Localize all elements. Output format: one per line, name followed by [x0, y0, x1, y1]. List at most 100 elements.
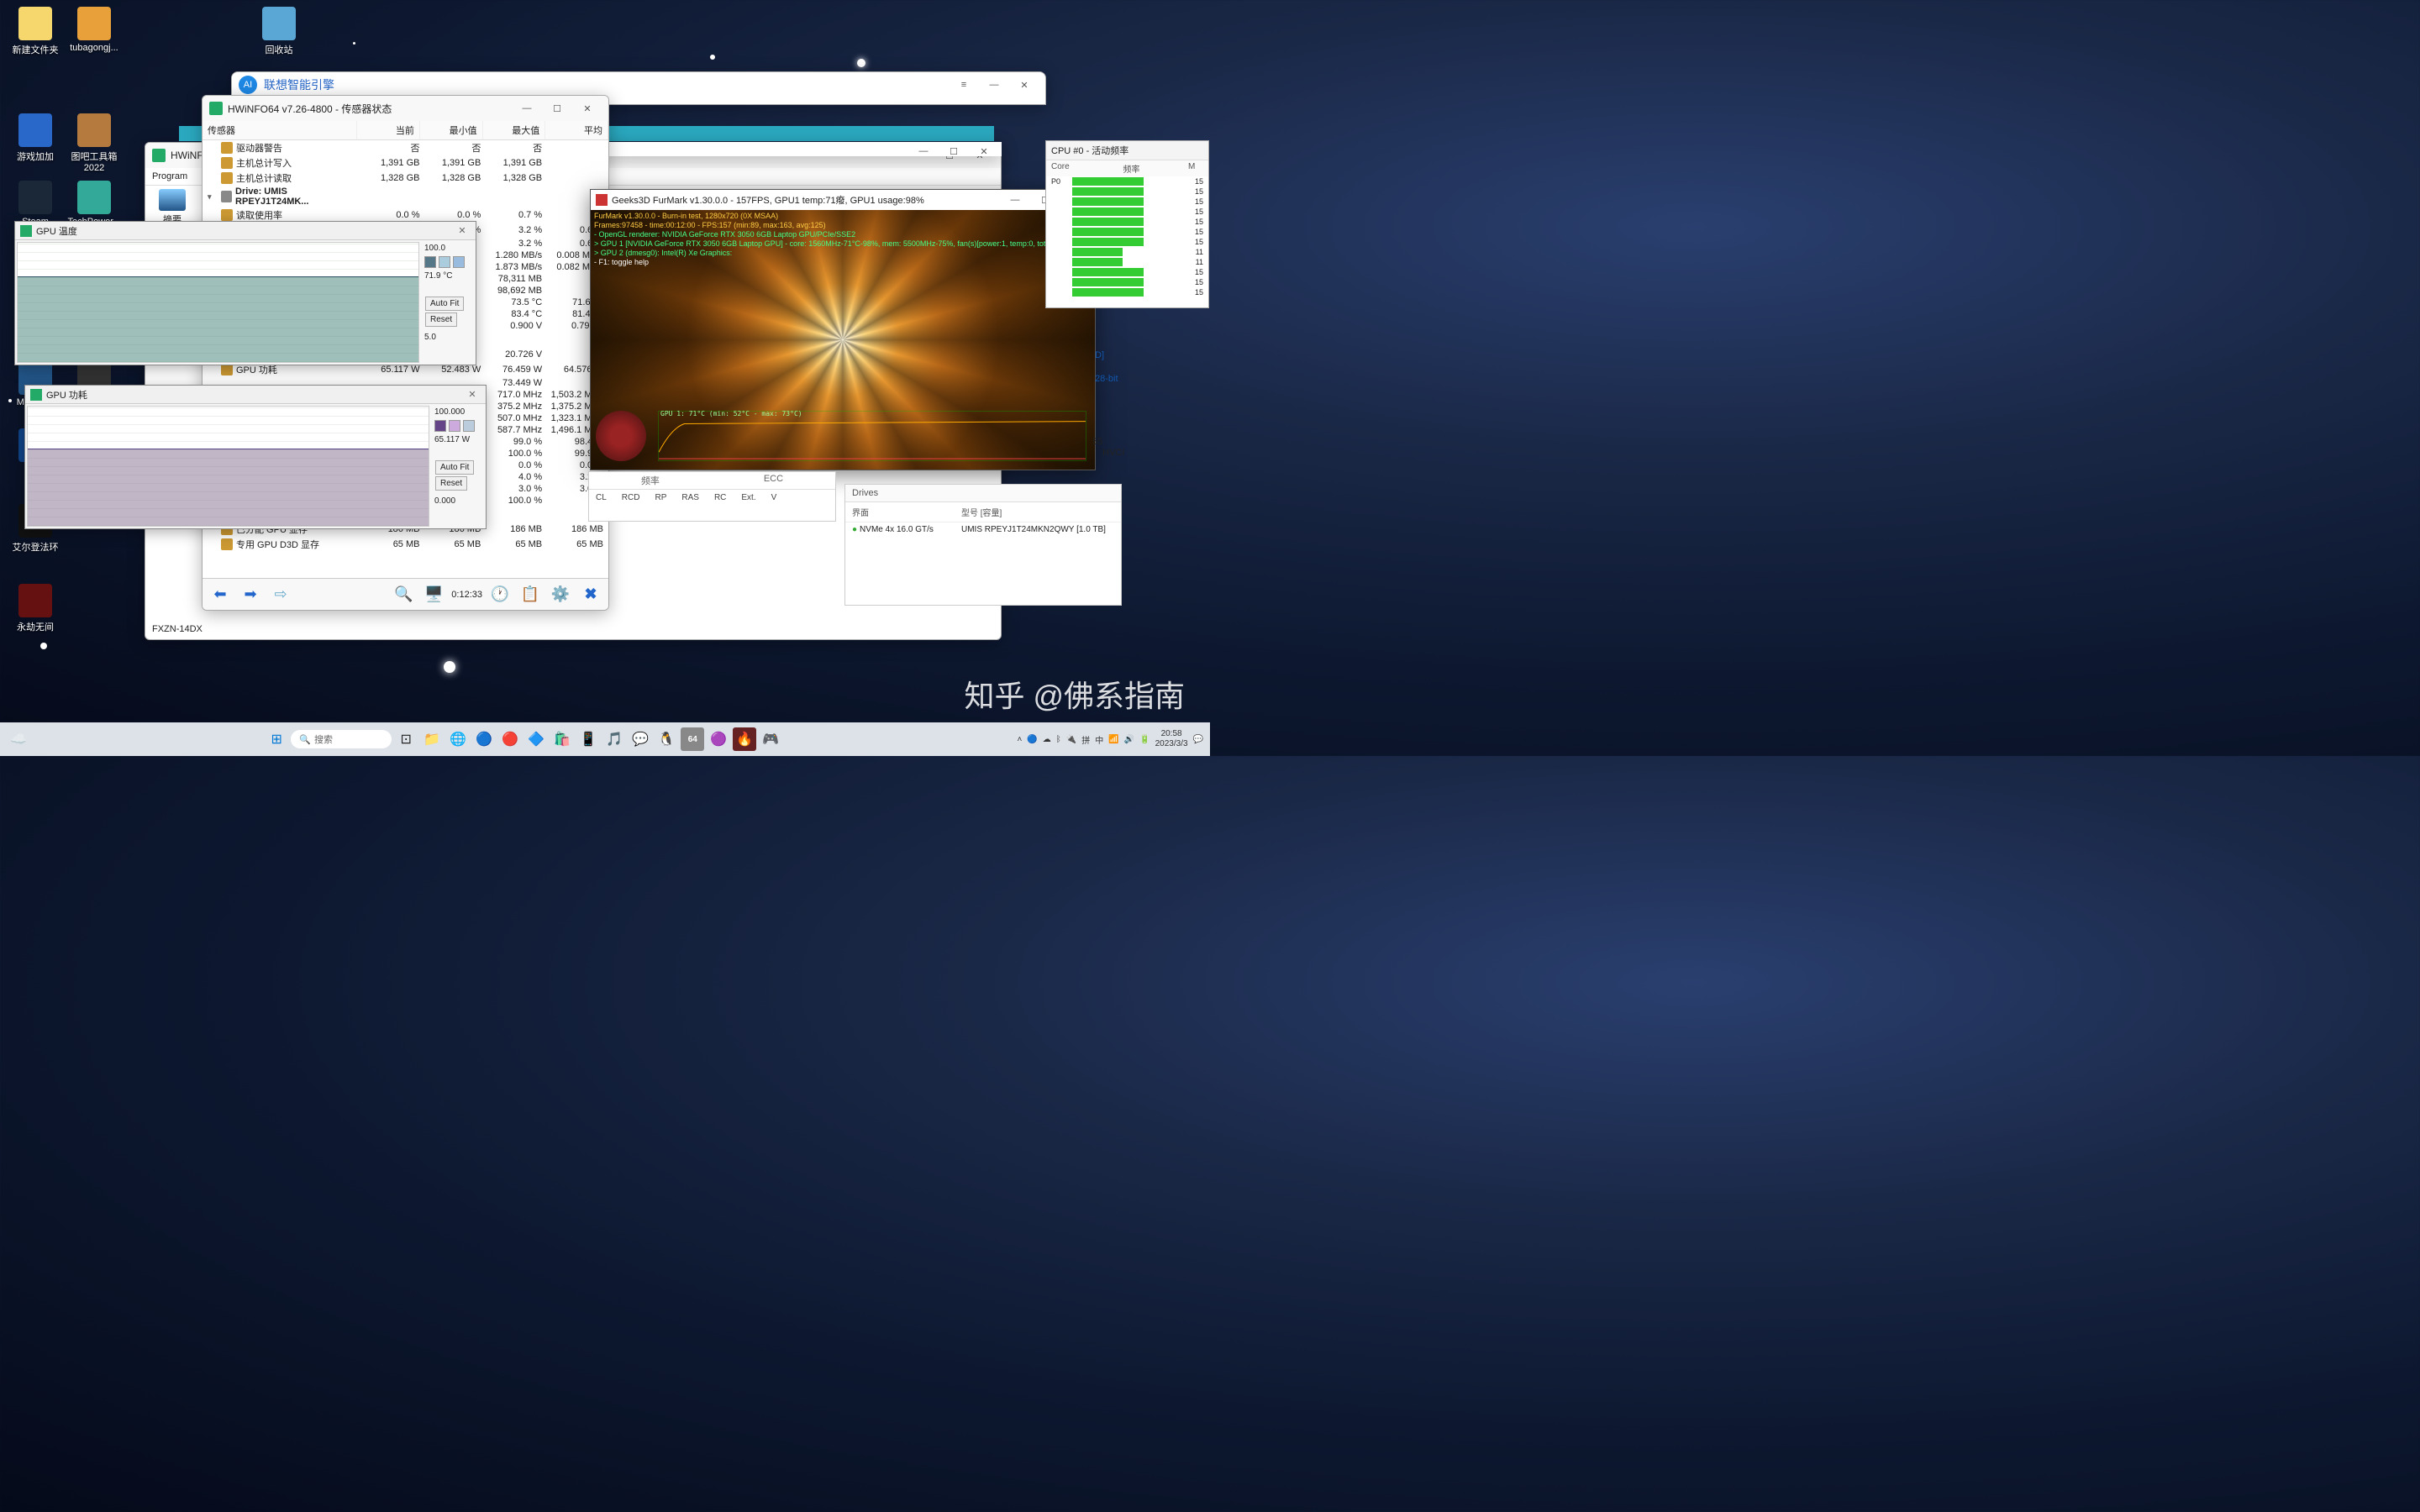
lenovo-close-icon[interactable]: ✕ — [1010, 74, 1039, 96]
tray-battery-icon[interactable]: 🔋 — [1139, 735, 1150, 744]
gear-icon[interactable]: ⚙️ — [548, 582, 573, 607]
tray-bt-icon[interactable]: ᛒ — [1056, 735, 1061, 744]
desktop-icon[interactable]: 游戏加加 — [8, 113, 62, 163]
table-row[interactable]: ▾Drive: UMIS RPEYJ1T24MK... — [203, 186, 608, 207]
cpu-row: P015 — [1046, 176, 1208, 186]
hwinfo-tb-icon[interactable]: 64 — [681, 727, 704, 751]
browser-icon[interactable]: 🔵 — [472, 727, 496, 751]
clock-time[interactable]: 20:58 — [1155, 729, 1188, 739]
wechat-icon[interactable]: 💬 — [629, 727, 652, 751]
weather-icon[interactable]: ☁️ — [7, 727, 30, 751]
temp-value: 71.9 °C — [424, 271, 472, 281]
taskview-icon[interactable]: ⊡ — [394, 727, 418, 751]
gpu-temp-plot — [17, 242, 419, 363]
log-icon[interactable]: 📋 — [518, 582, 543, 607]
lenovo-tb-icon[interactable]: 🔴 — [498, 727, 522, 751]
close-icon[interactable]: ✕ — [464, 389, 481, 400]
gamepp-icon[interactable]: 🎮 — [759, 727, 782, 751]
star — [444, 661, 455, 673]
furmark-tb-icon[interactable]: 🔥 — [733, 727, 756, 751]
lenovo-menu-icon[interactable]: ≡ — [950, 74, 978, 96]
close-icon[interactable]: ✕ — [573, 97, 602, 119]
desktop-icon[interactable]: tubagongj... — [67, 7, 121, 53]
freq-panel: 频率ECC CLRCDRPRASRCExt.V — [588, 471, 836, 522]
desktop-icon[interactable]: Steam — [8, 181, 62, 227]
cpu-row: 15 — [1046, 217, 1208, 227]
app-icon[interactable]: 📱 — [576, 727, 600, 751]
min-icon[interactable]: — — [909, 142, 938, 156]
clock-icon[interactable]: 🕐 — [487, 582, 513, 607]
next-arrow-icon[interactable]: ➡ — [238, 582, 263, 607]
fur-line3: - OpenGL renderer: NVIDIA GeForce RTX 30… — [594, 230, 1071, 239]
col-avg[interactable]: 平均 — [584, 126, 602, 136]
desktop-icon[interactable]: 图吧工具箱 2022 — [67, 113, 121, 173]
max-icon[interactable]: ☐ — [543, 97, 571, 119]
col-cur[interactable]: 当前 — [396, 126, 414, 136]
tray-lenovo-icon[interactable]: 🔵 — [1027, 735, 1037, 744]
store-icon[interactable]: 🛍️ — [550, 727, 574, 751]
close-icon[interactable]: ✕ — [970, 142, 998, 156]
scale-top: 100.0 — [424, 244, 472, 253]
explorer-icon[interactable]: 📁 — [420, 727, 444, 751]
search-box[interactable]: 🔍 搜索 — [291, 730, 392, 748]
desktop-icon[interactable]: 永劫无间 — [8, 584, 62, 633]
min-icon[interactable]: — — [513, 97, 541, 119]
autofit-button[interactable]: Auto Fit — [435, 460, 474, 475]
table-row[interactable]: 专用 GPU D3D 显存65 MB65 MB65 MB65 MB — [203, 537, 608, 552]
star — [353, 42, 355, 45]
fur-line6: - F1: toggle help — [594, 258, 1071, 267]
timer-label: 0:12:33 — [451, 590, 482, 600]
tray-onedrive-icon[interactable]: ☁ — [1043, 735, 1051, 744]
lenovo-icon: AI — [239, 76, 257, 94]
aida-icon[interactable]: 🔷 — [524, 727, 548, 751]
lenovo-min-icon[interactable]: — — [980, 74, 1008, 96]
monitor-icon[interactable]: 🖥️ — [421, 582, 446, 607]
reset-button[interactable]: Reset — [435, 476, 467, 491]
taskbar: ☁️ ⊞ 🔍 搜索 ⊡ 📁 🌐 🔵 🔴 🔷 🛍️ 📱 🎵 💬 🐧 64 🟣 🔥 … — [0, 722, 1210, 756]
tray-wifi-icon[interactable]: 📶 — [1108, 735, 1118, 744]
cpu-row: 15 — [1046, 237, 1208, 247]
cpu-row: 11 — [1046, 247, 1208, 257]
douyin-icon[interactable]: 🎵 — [602, 727, 626, 751]
table-row[interactable]: 主机总计读取1,328 GB1,328 GB1,328 GB — [203, 171, 608, 186]
fwd-arrow-icon[interactable]: ⇨ — [268, 582, 293, 607]
desktop-icon[interactable]: 新建文件夹 — [8, 7, 62, 56]
col-min[interactable]: 最小值 — [450, 126, 477, 136]
close-tool-icon[interactable]: ✖ — [578, 582, 603, 607]
ime-mode[interactable]: 中 — [1095, 733, 1103, 746]
autofit-button[interactable]: Auto Fit — [425, 297, 464, 311]
clock-date[interactable]: 2023/3/3 — [1155, 739, 1188, 749]
min-icon[interactable]: — — [1001, 189, 1029, 211]
graph-icon — [20, 225, 32, 237]
close-icon[interactable]: ✕ — [454, 225, 471, 236]
edge-icon[interactable]: 🌐 — [446, 727, 470, 751]
table-row[interactable]: 驱动器警告否否否 — [203, 140, 608, 155]
qq-icon[interactable]: 🐧 — [655, 727, 678, 751]
reset-button[interactable]: Reset — [425, 312, 457, 327]
fur-line1: FurMark v1.30.0.0 - Burn-in test, 1280x7… — [594, 212, 1071, 221]
cpu-row: 15 — [1046, 267, 1208, 277]
notif-icon[interactable]: 💬 — [1193, 735, 1203, 744]
tray-power-icon[interactable]: 🔌 — [1066, 735, 1076, 744]
cpu-z-icon[interactable]: 🟣 — [707, 727, 730, 751]
desktop-icon[interactable]: 回收站 — [252, 7, 306, 56]
star — [40, 643, 47, 649]
desktop-icon[interactable]: TechPower... — [67, 181, 121, 227]
cpu-row: 15 — [1046, 277, 1208, 287]
fur-line2: Frames:97458 - time:00:12:00 - FPS:157 (… — [594, 221, 1071, 230]
spec-label-28bit: 28-bit — [1095, 374, 1118, 384]
spec-label-d: D] — [1095, 350, 1104, 360]
tray-up-icon[interactable]: ˄ — [1018, 735, 1023, 744]
search-icon[interactable]: 🔍 — [391, 582, 416, 607]
start-icon[interactable]: ⊞ — [265, 727, 288, 751]
col-sensor[interactable]: 传感器 — [208, 123, 235, 137]
prev-arrow-icon[interactable]: ⬅ — [208, 582, 233, 607]
max-icon[interactable]: ☐ — [939, 142, 968, 156]
tray-sound-icon[interactable]: 🔊 — [1124, 735, 1134, 744]
scale-bot: 0.000 — [434, 496, 482, 506]
cpu-row: 15 — [1046, 227, 1208, 237]
col-max[interactable]: 最大值 — [512, 126, 539, 136]
footer-model: FXZN-14DX — [152, 624, 203, 634]
table-row[interactable]: 主机总计写入1,391 GB1,391 GB1,391 GB — [203, 155, 608, 171]
ime-indicator[interactable]: 拼 — [1081, 733, 1090, 746]
